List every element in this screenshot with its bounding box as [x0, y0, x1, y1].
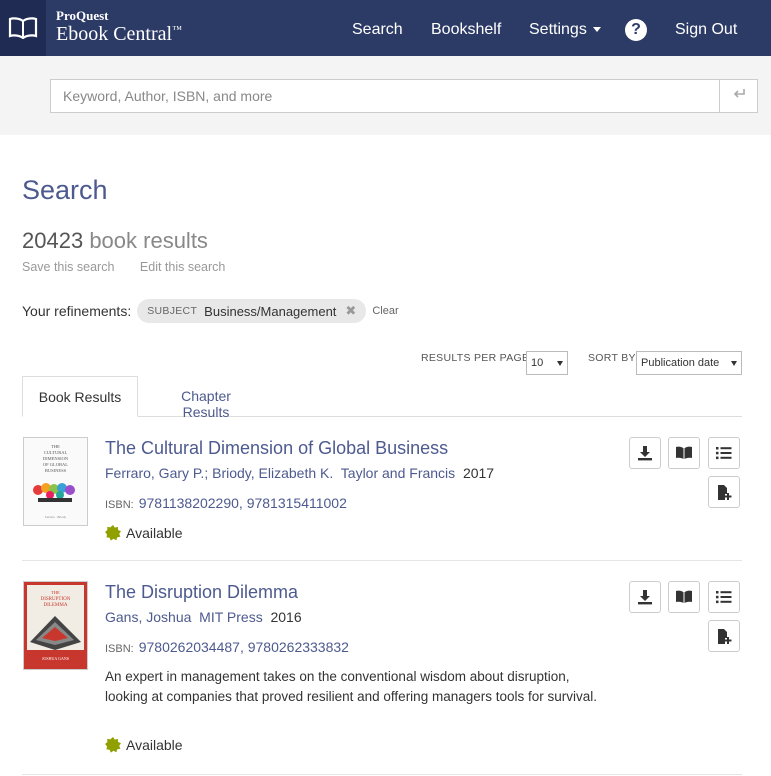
sort-by-select[interactable]: Publication date — [636, 351, 742, 375]
result-authors[interactable]: Ferraro, Gary P.; Briody, Elizabeth K. — [105, 465, 333, 481]
add-to-bookshelf-button[interactable] — [708, 620, 740, 652]
result-title[interactable]: The Cultural Dimension of Global Busines… — [105, 438, 448, 459]
nav-bookshelf[interactable]: Bookshelf — [431, 21, 501, 39]
dropdown-arrow-icon — [557, 360, 563, 366]
isbn-label: ISBN: — [105, 643, 134, 655]
svg-text:OF GLOBAL: OF GLOBAL — [43, 462, 68, 467]
open-book-icon — [676, 590, 692, 603]
result-count-label: book results — [89, 228, 208, 253]
read-online-button[interactable] — [668, 581, 700, 613]
result-count-number: 20423 — [22, 228, 84, 253]
isbn-label: ISBN: — [105, 499, 134, 511]
result-count: 20423 book results — [22, 228, 208, 254]
add-to-shelf-icon — [718, 485, 732, 500]
availability-status: Available — [105, 737, 183, 753]
svg-text:CULTURAL: CULTURAL — [44, 450, 68, 455]
nav-settings[interactable]: Settings — [529, 21, 601, 39]
nav-settings-label: Settings — [529, 21, 587, 38]
availability-label: Available — [126, 525, 183, 541]
subject-chip: SUBJECT Business/Management ✖ — [137, 299, 367, 323]
list-icon — [716, 591, 732, 604]
open-book-icon — [676, 446, 692, 459]
add-to-shelf-icon — [718, 629, 732, 644]
chip-value: Business/Management — [204, 303, 337, 319]
svg-text:THE: THE — [51, 444, 60, 449]
chip-key: SUBJECT — [147, 305, 198, 317]
availability-label: Available — [126, 737, 183, 753]
svg-text:THE: THE — [51, 590, 60, 595]
table-of-contents-button[interactable] — [708, 437, 740, 469]
trademark: ™ — [172, 24, 182, 36]
nav-search[interactable]: Search — [352, 21, 403, 39]
result-year: 2017 — [462, 465, 495, 481]
result-item: THE DISRUPTION DILEMMA JOSHUA GANS The D… — [22, 561, 742, 775]
remove-chip-icon[interactable]: ✖ — [345, 303, 356, 319]
brand[interactable]: ProQuest Ebook Central™ — [56, 9, 182, 44]
tab-book-results[interactable]: Book Results — [22, 376, 138, 417]
search-input[interactable] — [50, 79, 720, 113]
list-icon — [716, 447, 732, 460]
results-per-page-label: RESULTS PER PAGE — [421, 352, 530, 364]
result-title[interactable]: The Disruption Dilemma — [105, 582, 298, 603]
page-title: Search — [22, 175, 108, 205]
available-seal-icon — [105, 525, 121, 541]
result-isbn: ISBN: 9780262034487, 9780262333832 — [105, 639, 349, 655]
tab-chapter-results[interactable]: Chapter Results — [156, 376, 256, 420]
results-per-page-select[interactable]: 10 — [526, 351, 568, 375]
refinements: Your refinements: SUBJECT Business/Manag… — [22, 299, 399, 323]
add-to-bookshelf-button[interactable] — [708, 476, 740, 508]
table-of-contents-button[interactable] — [708, 581, 740, 613]
search-submit-button[interactable] — [719, 79, 758, 113]
isbn-values[interactable]: 9780262034487, 9780262333832 — [139, 639, 349, 655]
result-authors[interactable]: Gans, Joshua — [105, 609, 191, 625]
download-icon — [638, 590, 652, 605]
isbn-values[interactable]: 9781138202290, 9781315411002 — [139, 495, 347, 511]
result-description: An expert in management takes on the con… — [105, 669, 598, 704]
sort-by-label: SORT BY — [588, 352, 636, 364]
top-navbar: ProQuest Ebook Central™ Search Bookshelf… — [0, 0, 771, 56]
read-online-button[interactable] — [668, 437, 700, 469]
cover-art: THE DISRUPTION DILEMMA JOSHUA GANS — [24, 582, 87, 669]
result-byline: Ferraro, Gary P.; Briody, Elizabeth K. T… — [105, 465, 494, 481]
result-isbn: ISBN: 9781138202290, 9781315411002 — [105, 495, 347, 511]
brand-proquest: ProQuest — [56, 8, 109, 23]
return-arrow-icon — [733, 89, 745, 98]
availability-status: Available — [105, 525, 183, 541]
svg-text:DILEMMA: DILEMMA — [44, 603, 68, 608]
brand-ebook-central: Ebook Central™ — [56, 24, 182, 44]
caret-down-icon — [592, 27, 601, 33]
result-publisher[interactable]: Taylor and Francis — [341, 465, 455, 481]
search-actions: Save this search Edit this search — [22, 260, 247, 274]
svg-text:DISRUPTION: DISRUPTION — [41, 597, 71, 602]
download-button[interactable] — [629, 437, 661, 469]
clear-refinements-link[interactable]: Clear — [372, 305, 398, 317]
download-icon — [638, 446, 652, 461]
result-tabs: Book Results Chapter Results — [22, 376, 742, 420]
available-seal-icon — [105, 737, 121, 753]
svg-text:JOSHUA GANS: JOSHUA GANS — [42, 656, 69, 661]
sort-by-value: Publication date — [641, 357, 720, 369]
nav-sign-out[interactable]: Sign Out — [675, 21, 737, 39]
result-byline: Gans, Joshua MIT Press 2016 — [105, 609, 302, 625]
brand-main-text: Ebook Central — [56, 23, 173, 45]
help-icon[interactable]: ? — [625, 19, 647, 41]
cover-art: THE CULTURAL DIMENSION OF GLOBAL BUSINES… — [24, 438, 87, 525]
svg-text:BUSINESS: BUSINESS — [45, 468, 67, 473]
search-band — [0, 56, 771, 135]
book-logo-icon[interactable] — [0, 0, 46, 56]
result-item: THE CULTURAL DIMENSION OF GLOBAL BUSINES… — [22, 430, 742, 561]
results-per-page-value: 10 — [531, 357, 544, 369]
svg-text:Ferraro · Briody: Ferraro · Briody — [45, 515, 67, 519]
download-button[interactable] — [629, 581, 661, 613]
book-cover[interactable]: THE DISRUPTION DILEMMA JOSHUA GANS — [23, 581, 88, 670]
save-search-link[interactable]: Save this search — [22, 260, 114, 274]
book-cover[interactable]: THE CULTURAL DIMENSION OF GLOBAL BUSINES… — [23, 437, 88, 526]
result-year: 2016 — [270, 609, 302, 625]
dropdown-arrow-icon — [731, 360, 737, 366]
edit-search-link[interactable]: Edit this search — [140, 260, 225, 274]
refinements-label: Your refinements: — [22, 303, 132, 319]
svg-text:DIMENSION: DIMENSION — [43, 456, 69, 461]
result-publisher[interactable]: MIT Press — [199, 609, 263, 625]
